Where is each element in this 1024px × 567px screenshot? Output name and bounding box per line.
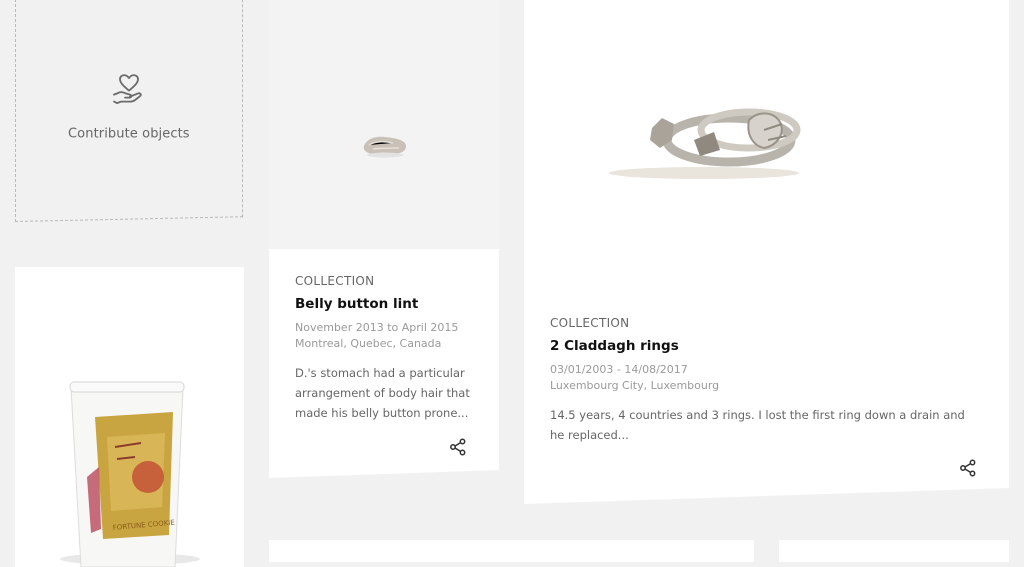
card-date: 03/01/2003 - 14/08/2017 xyxy=(550,363,688,376)
card-description: 14.5 years, 4 countries and 3 rings. I l… xyxy=(550,408,965,442)
card-category: COLLECTION xyxy=(295,274,375,288)
contribute-label: Contribute objects xyxy=(68,126,190,142)
object-card-cup[interactable]: FORTUNE COOKIE xyxy=(15,267,244,567)
card-place: Luxembourg City, Luxembourg xyxy=(550,379,720,392)
object-card-belly-button-lint[interactable]: COLLECTION Belly button lint November 20… xyxy=(269,0,499,478)
card-category: COLLECTION xyxy=(550,316,630,330)
object-image: FORTUNE COOKIE xyxy=(15,267,244,567)
card-place: Montreal, Quebec, Canada xyxy=(295,337,442,350)
object-card-claddagh-rings[interactable]: COLLECTION 2 Claddagh rings 03/01/2003 -… xyxy=(524,0,1009,504)
card-title[interactable]: Belly button lint xyxy=(295,296,475,312)
object-image xyxy=(269,0,499,249)
contribute-objects-tile[interactable]: Contribute objects xyxy=(15,0,243,223)
object-image xyxy=(524,0,1009,290)
object-card-partial[interactable] xyxy=(779,540,1009,562)
share-icon[interactable] xyxy=(449,438,467,456)
card-date: November 2013 to April 2015 xyxy=(295,321,459,334)
object-card-partial[interactable] xyxy=(269,540,754,562)
heart-hand-icon xyxy=(109,69,149,109)
card-title[interactable]: 2 Claddagh rings xyxy=(550,338,980,354)
card-description: D.'s stomach had a particular arrangemen… xyxy=(295,366,470,420)
share-icon[interactable] xyxy=(959,459,977,477)
